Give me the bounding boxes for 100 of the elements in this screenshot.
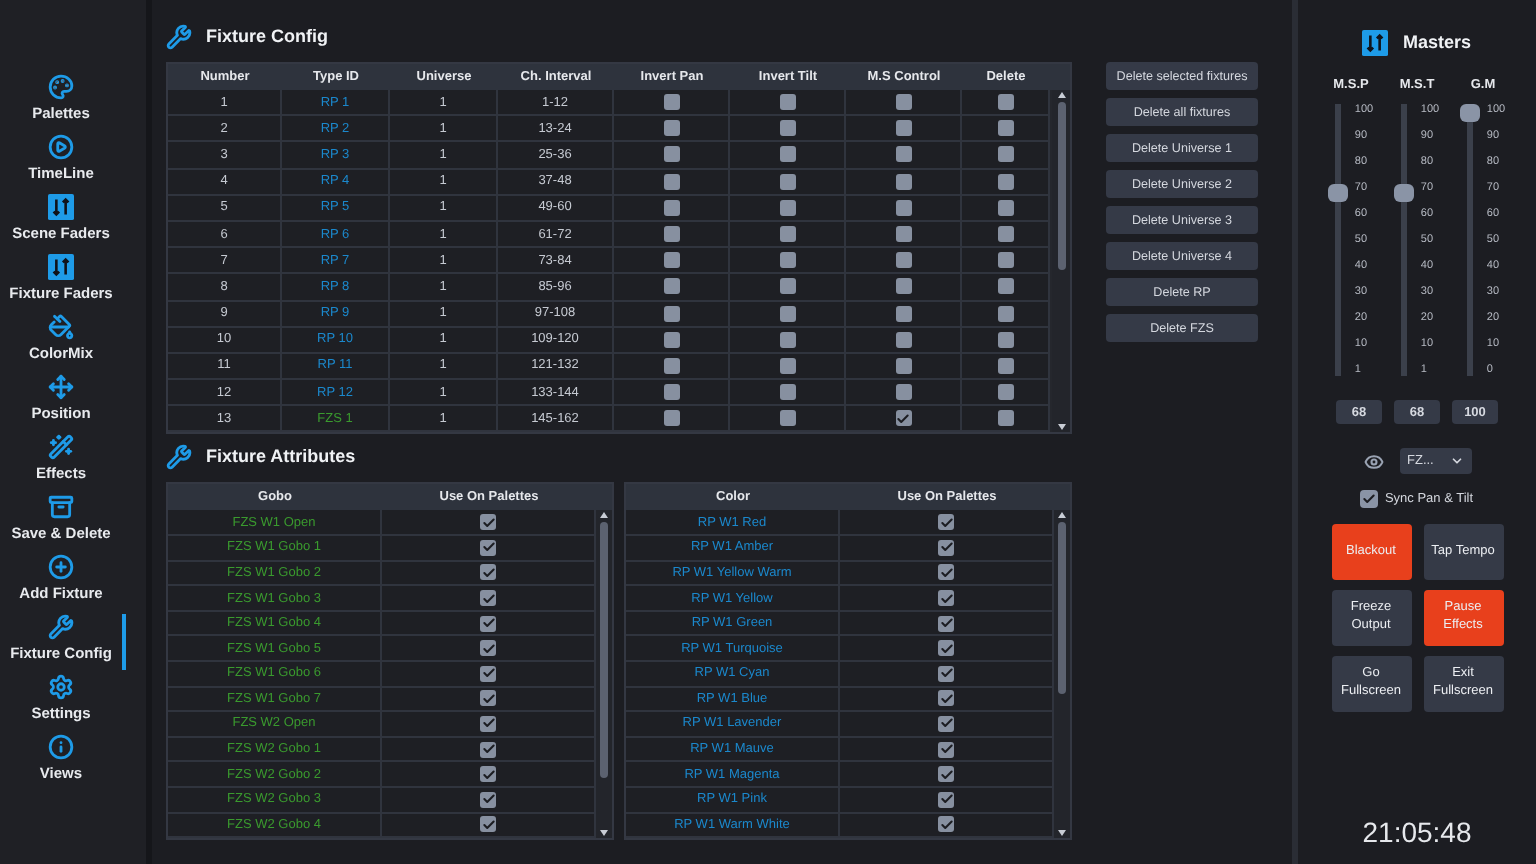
checkbox[interactable] [663, 357, 679, 374]
fader-thumb[interactable] [1328, 184, 1349, 202]
checkbox[interactable] [663, 146, 679, 163]
checkbox[interactable] [938, 539, 954, 556]
wrench-icon [166, 23, 192, 49]
checkbox[interactable] [997, 94, 1013, 111]
checkbox[interactable] [480, 690, 496, 707]
magic-wand-icon [48, 434, 74, 460]
checkbox[interactable] [779, 331, 795, 348]
checkbox[interactable] [938, 690, 954, 707]
checkbox[interactable] [938, 615, 954, 632]
checkbox[interactable] [779, 278, 795, 295]
checkbox[interactable] [997, 226, 1013, 243]
scrollbar[interactable] [596, 510, 612, 839]
checkbox[interactable] [997, 305, 1013, 322]
checkbox[interactable] [997, 120, 1013, 137]
checkbox[interactable] [938, 590, 954, 607]
scrollbar[interactable] [1052, 90, 1070, 433]
checkbox[interactable] [895, 173, 911, 190]
checkbox[interactable] [938, 766, 954, 783]
checkbox[interactable] [663, 199, 679, 216]
checkbox[interactable] [895, 94, 911, 111]
checkbox[interactable] [779, 199, 795, 216]
checkbox[interactable] [895, 199, 911, 216]
checkbox[interactable] [779, 173, 795, 190]
checkbox[interactable] [779, 384, 795, 401]
checkbox[interactable] [480, 640, 496, 657]
checkbox[interactable] [895, 410, 911, 427]
checkbox[interactable] [938, 791, 954, 808]
checkbox[interactable] [480, 514, 496, 531]
archive-icon [48, 494, 74, 520]
checkbox[interactable] [895, 357, 911, 374]
fader-thumb[interactable] [1394, 184, 1415, 202]
checkbox[interactable] [663, 94, 679, 111]
checkbox[interactable] [779, 305, 795, 322]
checkbox[interactable] [997, 384, 1013, 401]
checkbox[interactable] [663, 384, 679, 401]
checkbox[interactable] [895, 252, 911, 269]
checkbox[interactable] [938, 741, 954, 758]
checkbox[interactable] [663, 226, 679, 243]
checkbox[interactable] [1360, 490, 1379, 508]
checkbox[interactable] [663, 331, 679, 348]
paint-bucket-icon [48, 314, 74, 340]
fader-thumb[interactable] [1460, 104, 1481, 122]
checkbox[interactable] [779, 146, 795, 163]
scrollbar[interactable] [1054, 510, 1070, 839]
checkbox[interactable] [480, 766, 496, 783]
checkbox[interactable] [938, 564, 954, 581]
caret-icon [1449, 454, 1463, 468]
checkbox[interactable] [480, 539, 496, 556]
checkbox[interactable] [480, 816, 496, 833]
eye-icon[interactable] [1363, 451, 1383, 471]
section-title: Fixture Attributes [206, 446, 356, 467]
checkbox[interactable] [480, 791, 496, 808]
checkbox[interactable] [779, 410, 795, 427]
checkbox[interactable] [480, 615, 496, 632]
checkbox[interactable] [938, 640, 954, 657]
checkbox[interactable] [997, 357, 1013, 374]
sliders-icon [1362, 29, 1389, 55]
checkbox[interactable] [779, 94, 795, 111]
checkbox[interactable] [895, 305, 911, 322]
checkbox[interactable] [895, 331, 911, 348]
checkbox[interactable] [779, 252, 795, 269]
checkbox[interactable] [997, 252, 1013, 269]
sliders-icon [48, 254, 74, 280]
checkbox[interactable] [997, 331, 1013, 348]
checkbox[interactable] [663, 278, 679, 295]
section-title: Fixture Config [206, 26, 328, 46]
palette-icon [48, 74, 74, 100]
checkbox[interactable] [895, 120, 911, 137]
checkbox[interactable] [938, 514, 954, 531]
checkbox[interactable] [480, 564, 496, 581]
checkbox[interactable] [779, 120, 795, 137]
checkbox[interactable] [895, 384, 911, 401]
checkbox[interactable] [663, 305, 679, 322]
checkbox[interactable] [480, 590, 496, 607]
sliders-icon [48, 194, 74, 220]
play-icon [48, 134, 74, 160]
checkbox[interactable] [938, 665, 954, 682]
checkbox[interactable] [779, 226, 795, 243]
checkbox[interactable] [480, 741, 496, 758]
checkbox[interactable] [997, 146, 1013, 163]
checkbox[interactable] [997, 278, 1013, 295]
checkbox[interactable] [480, 715, 496, 732]
checkbox[interactable] [663, 120, 679, 137]
info-icon [48, 734, 74, 760]
checkbox[interactable] [663, 410, 679, 427]
checkbox[interactable] [938, 816, 954, 833]
checkbox[interactable] [895, 146, 911, 163]
checkbox[interactable] [895, 278, 911, 295]
checkbox[interactable] [895, 226, 911, 243]
checkbox[interactable] [480, 665, 496, 682]
settings-icon [48, 674, 74, 700]
checkbox[interactable] [997, 410, 1013, 427]
checkbox[interactable] [663, 173, 679, 190]
checkbox[interactable] [663, 252, 679, 269]
checkbox[interactable] [938, 715, 954, 732]
checkbox[interactable] [779, 357, 795, 374]
checkbox[interactable] [997, 199, 1013, 216]
checkbox[interactable] [997, 173, 1013, 190]
